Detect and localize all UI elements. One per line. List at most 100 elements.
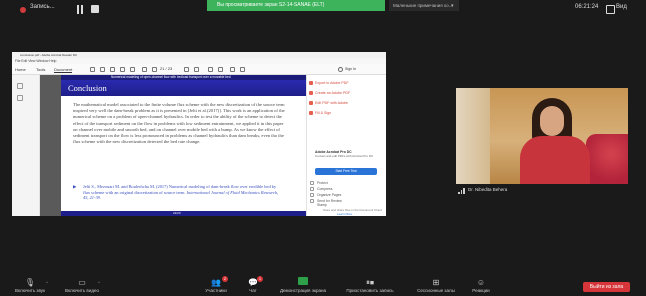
document-view: Numerical modeling of open-channel flow … <box>40 75 307 216</box>
signal-strength-icon <box>458 188 466 194</box>
slide-title-bar: Conclusion <box>61 80 307 96</box>
slide-footer: 21/23 <box>61 211 307 216</box>
share-screen-button[interactable]: Демонстрация экрана <box>272 276 334 296</box>
fill-sign-icon <box>309 111 313 115</box>
fill-sign-item[interactable]: Fill & Sign <box>315 111 331 115</box>
zoom-in-icon[interactable] <box>218 67 223 72</box>
chevron-down-icon[interactable]: ▾ <box>451 3 454 9</box>
view-menu-button[interactable]: Вид <box>616 4 627 10</box>
pause-recording-button[interactable]: ⏸⏹ Приостановить запись <box>336 276 404 296</box>
help-icon[interactable] <box>338 67 343 72</box>
tool-compress[interactable]: Compress <box>317 187 332 191</box>
create-pdf-icon <box>309 91 313 95</box>
acrobat-tools-pane: Export in Adobe PDF Create an Adobe PDF … <box>306 75 386 216</box>
promo-subtitle: Convert and edit PDFs with Acrobat Pro D… <box>315 154 374 158</box>
video-red-object <box>586 134 628 184</box>
reference-arrow-icon: ▶ <box>73 184 77 189</box>
sign-in-link[interactable]: Sign In <box>345 67 356 71</box>
video-off-icon: ▭ <box>78 278 86 287</box>
learn-more-link[interactable]: Learn More <box>337 212 352 216</box>
tool-stamp[interactable]: Stamp <box>317 203 327 207</box>
cursor-icon[interactable] <box>184 67 189 72</box>
edit-pdf-item[interactable]: Edit PDF with Adobe <box>315 101 348 105</box>
unmute-label: Включить звук <box>14 288 45 293</box>
share-screen-icon <box>298 277 308 285</box>
breakout-rooms-icon: ⊞ <box>432 278 440 287</box>
tab-document[interactable]: Document <box>54 67 73 73</box>
audio-options-caret-icon[interactable]: ^ <box>46 280 48 285</box>
reactions-icon: ☺ <box>476 278 486 287</box>
recording-dot-icon <box>20 7 26 13</box>
participants-icon: 👥 <box>211 278 221 287</box>
chat-button[interactable]: 💬 1 Чат <box>240 276 266 296</box>
participants-count-badge: 2 <box>222 276 228 282</box>
organize-icon <box>310 193 314 197</box>
protect-icon <box>310 181 314 185</box>
breakout-rooms-label: Сессионные залы <box>417 288 455 293</box>
recording-status-label: Запись... <box>30 4 55 10</box>
print-icon[interactable] <box>110 67 115 72</box>
next-page-icon[interactable] <box>152 67 157 72</box>
bookmarks-icon[interactable] <box>17 95 23 101</box>
breakout-rooms-button[interactable]: ⊞ Сессионные залы <box>408 276 464 296</box>
presentation-slide: Conclusion The mathematical model associ… <box>61 80 307 216</box>
navigation-rail <box>12 75 40 216</box>
slide-number: 21/23 <box>173 211 181 215</box>
search-icon[interactable] <box>130 67 135 72</box>
tab-tools[interactable]: Tools <box>36 67 45 72</box>
upload-icon[interactable] <box>100 67 105 72</box>
create-pdf-item[interactable]: Create an Adobe PDF <box>315 91 350 95</box>
notes-mini-panel[interactable]: Маленькие примечания хо... <box>389 0 459 11</box>
meeting-toolbar: 🎙 Включить звук ^ ▭ Включить видео ^ 👥 2… <box>0 276 646 296</box>
export-pdf-icon <box>309 81 313 85</box>
chat-label: Чат <box>249 288 257 293</box>
stop-recording-icon[interactable] <box>91 5 99 13</box>
cloud-note: Store and share files in the Document Cl… <box>323 208 382 212</box>
participant-name: Dr. Nibedita Behera <box>468 187 508 192</box>
compress-icon <box>310 187 314 191</box>
participants-button[interactable]: 👥 2 Участники <box>196 276 236 296</box>
participants-label: Участники <box>205 288 227 293</box>
free-trial-button[interactable]: Start Free Trial <box>315 168 377 175</box>
muted-mic-icon: 🎙 <box>24 278 36 287</box>
pause-recording-label: Приостановить запись <box>346 288 394 293</box>
meeting-clock: 06:21:24 <box>575 4 599 10</box>
comment-icon[interactable] <box>230 67 235 72</box>
page-indicator[interactable]: 21 / 23 <box>160 66 172 71</box>
reference-citation: Jelti S., Mezouari M. and Boulerhcha M. … <box>83 184 283 201</box>
tool-protect[interactable]: Protect <box>317 181 328 185</box>
participant-face <box>540 106 564 136</box>
hand-icon[interactable] <box>194 67 199 72</box>
video-options-caret-icon[interactable]: ^ <box>98 280 100 285</box>
acrobat-toolbar: Home Tools Document 21 / 23 Sign In <box>12 64 386 75</box>
mail-icon[interactable] <box>120 67 125 72</box>
start-video-label: Включить видео <box>65 288 99 293</box>
export-pdf-item[interactable]: Export in Adobe PDF <box>315 81 349 85</box>
zoom-out-icon[interactable] <box>208 67 213 72</box>
tool-organize[interactable]: Organize Pages <box>317 193 341 197</box>
chat-count-badge: 1 <box>257 276 263 282</box>
pen-icon[interactable] <box>240 67 245 72</box>
share-screen-label: Демонстрация экрана <box>280 288 326 293</box>
start-video-button[interactable]: ▭ Включить видео <box>56 276 108 296</box>
pause-stop-icon: ⏸⏹ <box>366 278 374 287</box>
video-shelf <box>456 88 490 184</box>
meeting-top-bar: Запись... Вы просматриваете экран S2-14-… <box>0 0 646 20</box>
pause-recording-icon[interactable] <box>76 5 84 14</box>
edit-pdf-icon <box>309 101 313 105</box>
pages-icon[interactable] <box>17 83 23 89</box>
reactions-button[interactable]: ☺ Реакции <box>466 276 496 296</box>
tab-home[interactable]: Home <box>15 67 26 72</box>
bookmark-icon[interactable] <box>90 67 95 72</box>
prev-page-icon[interactable] <box>142 67 147 72</box>
reactions-label: Реакции <box>472 288 490 293</box>
leave-meeting-button[interactable]: Выйти из зала <box>583 282 630 292</box>
screen-view-banner[interactable]: Вы просматриваете экран S2-14-SANAE (ELT… <box>207 0 385 11</box>
slide-body-text: The mathematical model associated to the… <box>73 102 285 145</box>
shared-screen-window: conclusion.pdf - Adobe Acrobat Reader DC… <box>12 52 386 216</box>
slide-title: Conclusion <box>68 83 107 93</box>
participant-body <box>520 136 590 184</box>
participant-video-tile[interactable] <box>456 88 628 184</box>
unmute-button[interactable]: 🎙 Включить звук <box>6 276 54 296</box>
view-grid-icon[interactable] <box>605 4 615 14</box>
